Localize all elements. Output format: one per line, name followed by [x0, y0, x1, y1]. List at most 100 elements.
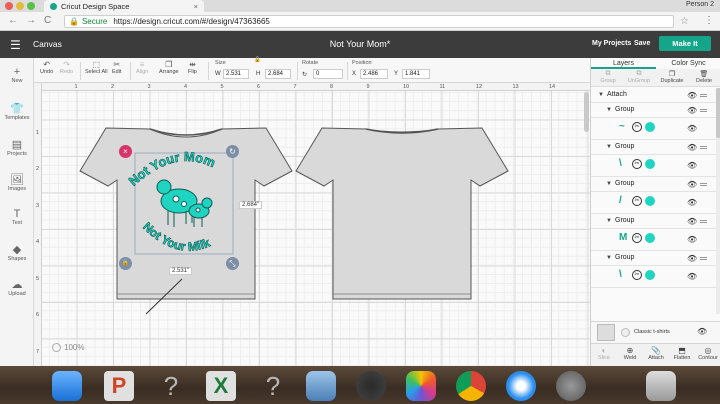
edit-button[interactable]: ✂ Edit	[112, 60, 121, 75]
layer-group[interactable]: ▼ Group 👁	[591, 140, 716, 155]
height-field[interactable]: 2.684	[265, 69, 291, 79]
back-icon[interactable]: ←	[8, 15, 18, 26]
contour-button[interactable]: ◎ Contour	[695, 346, 720, 361]
tab-layers[interactable]: Layers	[591, 58, 656, 69]
minimize-window-button[interactable]	[16, 2, 24, 10]
visibility-eye-icon[interactable]: 👁	[687, 124, 697, 133]
color-swatch[interactable]	[645, 270, 655, 280]
address-bar[interactable]: 🔒 Secure https://design.cricut.com/#/des…	[64, 15, 674, 28]
y-position-field[interactable]: 1.841	[402, 69, 430, 79]
visibility-eye-icon[interactable]: 👁	[687, 198, 697, 207]
tab-color-sync[interactable]: Color Sync	[656, 58, 720, 69]
visibility-eye-icon[interactable]: 👁	[687, 106, 697, 115]
flatten-button[interactable]: ⬒ Flatten	[669, 346, 695, 361]
unknown-app-icon[interactable]: ?	[156, 371, 186, 401]
preview-icon[interactable]	[306, 371, 336, 401]
chevron-down-icon[interactable]: ▼	[606, 181, 612, 187]
sidebar-item-images[interactable]: 🖼 Images	[0, 173, 34, 192]
reload-icon[interactable]: C	[44, 15, 51, 26]
chevron-down-icon[interactable]: ▼	[598, 92, 604, 98]
drag-handle-icon[interactable]	[700, 220, 707, 223]
duplicate-button[interactable]: ❐ Duplicate	[657, 70, 687, 84]
sidebar-item-upload[interactable]: ☁ Upload	[0, 278, 34, 297]
design-canvas[interactable]: Not Your Mom Not Your Milk × ↻ 🔒 ⤡ 2.684…	[34, 83, 590, 366]
cut-scissors-icon[interactable]: ✂	[632, 196, 642, 206]
photos-icon[interactable]	[406, 371, 436, 401]
drag-handle-icon[interactable]	[700, 94, 707, 97]
finder-icon[interactable]	[52, 371, 82, 401]
profile-name[interactable]: Person 2	[686, 1, 714, 8]
group-button[interactable]: ⧉ Group	[593, 70, 623, 84]
redo-button[interactable]: ↷ Redo	[60, 60, 73, 75]
canvas-scrollbar[interactable]	[584, 92, 589, 132]
visibility-eye-icon[interactable]: 👁	[687, 143, 697, 152]
system-preferences-icon[interactable]	[556, 371, 586, 401]
sidebar-item-projects[interactable]: ▤ Projects	[0, 138, 34, 157]
drag-handle-icon[interactable]	[700, 146, 707, 149]
browser-tab[interactable]: Cricut Design Space ×	[44, 0, 204, 12]
zoom-control[interactable]: 100%	[52, 343, 84, 353]
lock-handle-icon[interactable]: 🔒	[119, 257, 132, 270]
bookmark-star-icon[interactable]: ☆	[680, 16, 689, 27]
visibility-eye-icon[interactable]: 👁	[687, 272, 697, 281]
color-swatch[interactable]	[645, 159, 655, 169]
chevron-down-icon[interactable]: ▼	[606, 255, 612, 261]
sidebar-item-templates[interactable]: 👕 Templates	[0, 102, 34, 121]
attach-button[interactable]: 📎 Attach	[643, 346, 669, 361]
layer-group[interactable]: ▼ Group 👁	[591, 214, 716, 229]
drag-handle-icon[interactable]	[700, 109, 707, 112]
quicktime-icon[interactable]	[356, 371, 386, 401]
delete-handle-icon[interactable]: ×	[119, 145, 132, 158]
layer-group[interactable]: ▼ Group 👁	[591, 177, 716, 192]
layers-scrollbar[interactable]	[716, 88, 720, 314]
visibility-eye-icon[interactable]: 👁	[697, 327, 707, 336]
visibility-eye-icon[interactable]: 👁	[687, 161, 697, 170]
browser-menu-icon[interactable]: ⋮	[704, 15, 714, 26]
x-position-field[interactable]: 2.486	[360, 69, 388, 79]
trash-icon[interactable]	[646, 371, 676, 401]
canvas-color-swatch[interactable]	[621, 328, 630, 337]
forward-icon[interactable]: →	[26, 15, 36, 26]
select-all-button[interactable]: ⬚ Select All	[85, 60, 108, 75]
excel-icon[interactable]: X	[206, 371, 236, 401]
powerpoint-icon[interactable]: P	[104, 371, 134, 401]
drag-handle-icon[interactable]	[700, 183, 707, 186]
layer-group[interactable]: ▼ Group 👁	[591, 103, 716, 118]
close-window-button[interactable]	[5, 2, 13, 10]
chrome-icon[interactable]	[456, 371, 486, 401]
color-swatch[interactable]	[645, 196, 655, 206]
visibility-eye-icon[interactable]: 👁	[687, 217, 697, 226]
close-tab-icon[interactable]: ×	[194, 2, 198, 11]
blank-canvas-row[interactable]: Classic t-shirts 👁	[591, 321, 720, 343]
color-swatch[interactable]	[645, 233, 655, 243]
make-it-button[interactable]: Make It	[659, 36, 711, 51]
rotate-handle-icon[interactable]: ↻	[226, 145, 239, 158]
chevron-down-icon[interactable]: ▼	[606, 144, 612, 150]
zoom-window-button[interactable]	[27, 2, 35, 10]
undo-button[interactable]: ↶ Undo	[40, 60, 53, 75]
safari-icon[interactable]	[506, 371, 536, 401]
layer-item[interactable]: ~ ✂ 👁	[591, 118, 716, 140]
arrange-button[interactable]: ❐ Arrange	[159, 60, 179, 75]
rotate-field[interactable]: 0	[313, 69, 343, 79]
sidebar-item-new[interactable]: + New	[0, 66, 34, 84]
resize-handle-icon[interactable]: ⤡	[226, 257, 239, 270]
visibility-eye-icon[interactable]: 👁	[687, 91, 697, 100]
unknown-app-icon[interactable]: ?	[258, 371, 288, 401]
width-field[interactable]: 2.531	[223, 69, 249, 79]
visibility-eye-icon[interactable]: 👁	[687, 254, 697, 263]
cut-scissors-icon[interactable]: ✂	[632, 270, 642, 280]
layer-item[interactable]: / ✂ 👁	[591, 192, 716, 214]
align-button[interactable]: ≡ Align	[136, 60, 148, 75]
layer-item[interactable]: \ ✂ 👁	[591, 266, 716, 288]
slice-button[interactable]: ◐ Slice	[591, 346, 617, 361]
scrollbar-thumb[interactable]	[716, 88, 720, 138]
flip-button[interactable]: ⇹ Flip	[188, 60, 197, 75]
cut-scissors-icon[interactable]: ✂	[632, 159, 642, 169]
layer-item[interactable]: M ✂ 👁	[591, 229, 716, 251]
cut-scissors-icon[interactable]: ✂	[632, 122, 642, 132]
layer-item[interactable]: \ ✂ 👁	[591, 155, 716, 177]
color-swatch[interactable]	[645, 122, 655, 132]
visibility-eye-icon[interactable]: 👁	[687, 235, 697, 244]
my-projects-button[interactable]: My Projects	[592, 40, 631, 47]
